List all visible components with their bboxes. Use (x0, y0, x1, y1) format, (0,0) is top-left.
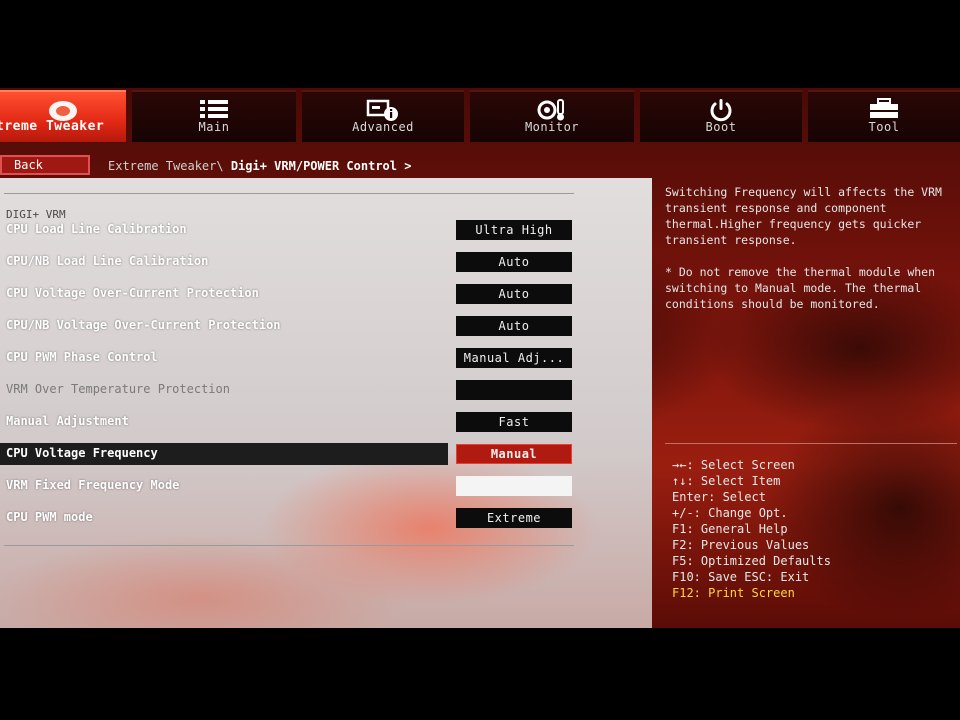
tab-tool[interactable]: Tool (808, 90, 960, 142)
setting-label: CPU Voltage Frequency (6, 446, 158, 460)
key-hint: F5: Optimized Defaults (672, 554, 831, 568)
bios-screen: treme Tweaker Main Advanced Monitor Boot… (0, 88, 960, 628)
tab-label: Monitor (524, 120, 580, 134)
key-hint: F10: Save ESC: Exit (672, 570, 810, 584)
setting-value[interactable]: Manual (456, 444, 572, 464)
setting-row-cpu-voltage-frequency[interactable]: CPU Voltage Frequency Manual (0, 443, 652, 465)
help-panel: Switching Frequency will affects the VRM… (665, 184, 957, 328)
tab-monitor[interactable]: Monitor (470, 90, 634, 142)
setting-value[interactable]: Manual Adj... (456, 348, 572, 368)
setting-value[interactable]: Auto (456, 252, 572, 272)
setting-row-cpu-pwm-mode[interactable]: CPU PWM mode Extreme (0, 507, 652, 529)
key-hint: →←: Select Screen (672, 458, 795, 472)
setting-row-cpunb-ocp[interactable]: CPU/NB Voltage Over-Current Protection A… (0, 315, 652, 337)
setting-row-vrm-fixed-frequency[interactable]: VRM Fixed Frequency Mode (0, 475, 652, 497)
key-hint: +/-: Change Opt. (672, 506, 788, 520)
advanced-info-icon (302, 98, 464, 122)
setting-value[interactable]: Auto (456, 284, 572, 304)
setting-value[interactable] (456, 476, 572, 496)
setting-label: CPU Voltage Over-Current Protection (6, 286, 259, 300)
back-label: Back (14, 158, 43, 172)
breadcrumb-path: Extreme Tweaker\ (108, 159, 231, 173)
breadcrumb-current: Digi+ VRM/POWER Control > (230, 159, 412, 173)
divider (665, 443, 957, 444)
setting-label: VRM Fixed Frequency Mode (6, 478, 180, 492)
help-note: * Do not remove the thermal module when … (665, 265, 936, 311)
divider (4, 193, 574, 194)
breadcrumb: Extreme Tweaker\ Digi+ VRM/POWER Control… (108, 159, 411, 173)
tab-label: treme Tweaker (0, 119, 105, 134)
key-legend: →←: Select Screen ↑↓: Select Item Enter:… (672, 457, 960, 601)
setting-label: CPU/NB Voltage Over-Current Protection (6, 318, 281, 332)
setting-value[interactable]: Extreme (456, 508, 572, 528)
tab-label: Tool (868, 120, 900, 134)
key-hint: F1: General Help (672, 522, 788, 536)
setting-label: CPU PWM Phase Control (6, 350, 158, 364)
key-hint: F2: Previous Values (672, 538, 810, 552)
tab-extreme-tweaker[interactable]: treme Tweaker (0, 90, 126, 142)
setting-label: Manual Adjustment (6, 414, 129, 428)
tab-boot[interactable]: Boot (640, 90, 802, 142)
tab-main[interactable]: Main (132, 90, 296, 142)
tab-label: Boot (705, 120, 737, 134)
toolbox-icon (808, 98, 960, 122)
setting-label: CPU Load Line Calibration (6, 222, 187, 236)
back-button[interactable]: Back (0, 155, 90, 175)
divider (4, 545, 574, 546)
setting-value[interactable]: Ultra High (456, 220, 572, 240)
tab-bar: treme Tweaker Main Advanced Monitor Boot… (0, 88, 960, 144)
thermometer-gear-icon (470, 98, 634, 122)
setting-label: CPU/NB Load Line Calibration (6, 254, 209, 268)
settings-panel: DIGI+ VRM CPU Load Line Calibration Ultr… (0, 178, 652, 628)
help-description: Switching Frequency will affects the VRM… (665, 185, 942, 247)
setting-value (456, 380, 572, 400)
tab-label: Main (198, 120, 230, 134)
setting-value[interactable]: Auto (456, 316, 572, 336)
power-icon (640, 98, 802, 122)
list-icon (132, 98, 296, 122)
setting-row-vrm-otp: VRM Over Temperature Protection (0, 379, 652, 401)
key-hint: F12: Print Screen (672, 586, 795, 600)
key-hint: Enter: Select (672, 490, 766, 504)
setting-row-pwm-phase[interactable]: CPU PWM Phase Control Manual Adj... (0, 347, 652, 369)
tab-label: Advanced (352, 120, 414, 134)
setting-label: CPU PWM mode (6, 510, 93, 524)
setting-label: VRM Over Temperature Protection (6, 382, 230, 396)
setting-row-cpu-llc[interactable]: CPU Load Line Calibration Ultra High (0, 219, 652, 241)
setting-row-manual-adjustment[interactable]: Manual Adjustment Fast (0, 411, 652, 433)
key-hint: ↑↓: Select Item (672, 474, 781, 488)
setting-row-cpunb-llc[interactable]: CPU/NB Load Line Calibration Auto (0, 251, 652, 273)
breadcrumb-bar: Back Extreme Tweaker\ Digi+ VRM/POWER Co… (0, 150, 960, 178)
tab-advanced[interactable]: Advanced (302, 90, 464, 142)
setting-value[interactable]: Fast (456, 412, 572, 432)
setting-row-cpu-ocp[interactable]: CPU Voltage Over-Current Protection Auto (0, 283, 652, 305)
